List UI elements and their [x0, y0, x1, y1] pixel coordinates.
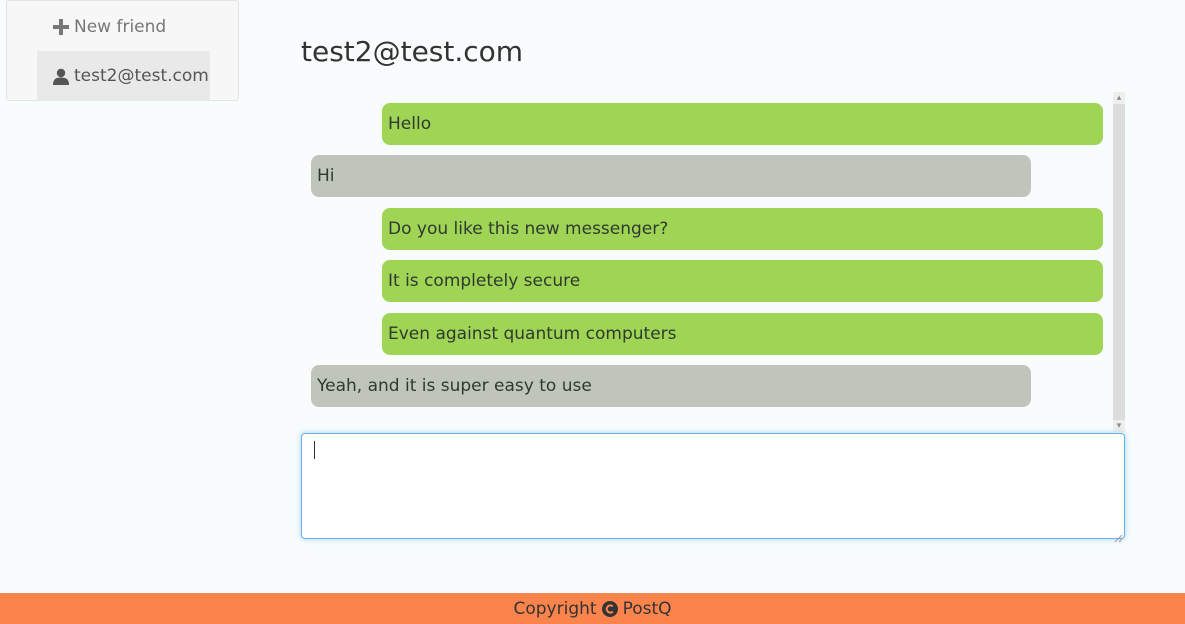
message-text: Yeah, and it is super easy to use: [317, 376, 592, 396]
new-friend-label: New friend: [74, 17, 167, 37]
message-text: It is completely secure: [388, 271, 581, 291]
conversation-title: test2@test.com: [301, 35, 524, 68]
message-outgoing: It is completely secure: [382, 260, 1103, 302]
new-friend-button[interactable]: New friend: [37, 2, 210, 52]
message-text: Hello: [388, 114, 432, 134]
scroll-up-arrow-icon[interactable]: ▴: [1113, 92, 1125, 104]
message-outgoing: Even against quantum computers: [382, 313, 1103, 355]
message-incoming: Yeah, and it is super easy to use: [311, 365, 1031, 407]
user-icon: [52, 67, 70, 85]
footer-copyright-text: Copyright: [513, 598, 597, 619]
resize-grip-icon[interactable]: [1114, 528, 1123, 543]
message-scrollbar[interactable]: ▴ ▾: [1113, 92, 1125, 432]
message-outgoing: Hello: [382, 103, 1103, 145]
friends-sidebar: New friend test2@test.com: [6, 0, 239, 101]
message-list[interactable]: Hello Hi Do you like this new messenger?…: [301, 92, 1126, 432]
message-outgoing: Do you like this new messenger?: [382, 208, 1103, 250]
message-text: Do you like this new messenger?: [388, 219, 669, 239]
page-footer: Copyright PostQ: [0, 593, 1185, 624]
message-incoming: Hi: [311, 155, 1031, 197]
plus-icon: [52, 18, 70, 36]
message-input[interactable]: [301, 433, 1125, 539]
message-text: Even against quantum computers: [388, 324, 677, 344]
text-cursor: [314, 441, 315, 459]
footer-brand: PostQ: [622, 598, 672, 619]
copyright-icon: [601, 600, 619, 618]
contact-item-test2[interactable]: test2@test.com: [37, 51, 210, 101]
scroll-down-arrow-icon[interactable]: ▾: [1113, 420, 1125, 432]
message-text: Hi: [317, 166, 335, 186]
contact-label: test2@test.com: [74, 66, 209, 86]
